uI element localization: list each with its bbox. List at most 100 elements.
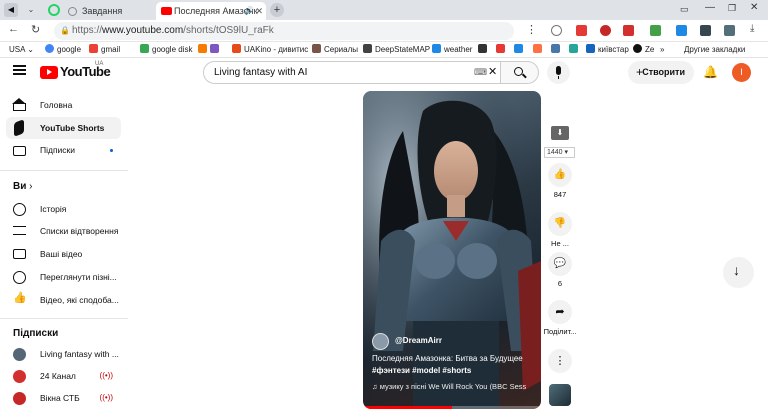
dislike-action: 👎 Не ...: [547, 212, 573, 248]
sidebar-item-subscriptions[interactable]: Підписки: [6, 139, 121, 161]
bookmark-gmail[interactable]: gmail: [89, 42, 120, 57]
create-button[interactable]: + Створити: [628, 61, 694, 84]
dislike-label: Не ...: [551, 239, 569, 248]
sidebar-item-watch-later[interactable]: Переглянути пізні...: [6, 266, 121, 288]
bookmark-uakino[interactable]: UAKino - дивитис: [232, 42, 308, 57]
more-button[interactable]: ⋮: [548, 349, 572, 373]
restore-icon[interactable]: ❐: [728, 3, 736, 14]
plus-icon: +: [636, 65, 644, 79]
url-path: /shorts/tOS9lU_raFk: [183, 25, 274, 36]
sidebar-subscription-channel[interactable]: Living fantasy with ...: [6, 343, 121, 365]
close-tab-icon[interactable]: ✕: [255, 2, 263, 20]
short-hashtags[interactable]: #фэнтези #model #shorts: [372, 366, 471, 375]
short-channel-name[interactable]: @DreamAirr: [395, 336, 442, 345]
tab-youtube[interactable]: Последняя Амазонк 🔊 ✕: [156, 2, 266, 20]
music-note-icon: ♫: [372, 382, 380, 391]
download-quality-button[interactable]: ⬇: [551, 126, 569, 140]
new-content-dot: [110, 149, 113, 152]
bookmark-deepstatemap[interactable]: DeepStateMAP: [363, 42, 430, 57]
minimize-icon[interactable]: —: [705, 2, 715, 13]
sidebar-item-liked-videos[interactable]: 👍 Відео, які сподоба...: [6, 289, 121, 311]
comments-button[interactable]: 💬: [548, 252, 572, 276]
keyboard-icon[interactable]: ⌨: [474, 62, 487, 83]
back-icon[interactable]: ←: [8, 23, 19, 35]
notifications-bell-icon[interactable]: 🔔: [703, 65, 718, 79]
downloads-icon[interactable]: ⤓: [750, 23, 754, 34]
p-icon: [514, 44, 524, 53]
tabs-overview-icon[interactable]: ▭: [680, 4, 689, 15]
dislike-button[interactable]: 👎: [548, 212, 572, 236]
vpn-extension-icon[interactable]: [676, 25, 687, 36]
sidebar-subscription-channel[interactable]: 24 Канал ((•)): [6, 365, 121, 387]
uakino-icon: [232, 44, 241, 53]
download-extension-icon[interactable]: [650, 25, 661, 36]
bookmark-usa[interactable]: USA ⌄: [9, 42, 34, 57]
sidebar-item-your-videos[interactable]: Ваші відео: [6, 243, 121, 265]
bookmark-weather[interactable]: weather: [432, 42, 472, 57]
share-icon: ➦: [555, 306, 565, 318]
channel-avatar[interactable]: [372, 333, 389, 350]
sidebar-item-label: Історія: [40, 204, 67, 214]
clock-icon: [13, 271, 26, 284]
google-icon: [45, 44, 54, 53]
thumbs-down-icon: 👎: [553, 218, 567, 229]
url-scheme: https://: [72, 25, 103, 36]
bookmark-more-icon[interactable]: »: [660, 42, 664, 57]
sidebar-item-playlists[interactable]: Списки відтворення: [6, 220, 121, 242]
adblock-extension-icon[interactable]: [623, 25, 634, 36]
search-input[interactable]: Living fantasy with AI ⌨ ✕: [203, 61, 501, 84]
like-button[interactable]: 👍: [548, 163, 572, 187]
sidebar-item-history[interactable]: Історія: [6, 198, 121, 220]
audio-playing-icon[interactable]: 🔊: [244, 2, 254, 20]
tabs-dropdown-icon[interactable]: ⌄: [24, 3, 38, 17]
reload-icon[interactable]: ↻: [31, 23, 40, 36]
short-music[interactable]: ♫ музику з пісні We Will Rock You (BBC S…: [372, 382, 540, 391]
channel-avatar: [13, 348, 26, 361]
channel-avatar: [13, 392, 26, 405]
new-tab-button[interactable]: +: [270, 3, 284, 17]
bookmark-ze[interactable]: Ze: [633, 42, 654, 57]
short-actions: ⬇: [548, 126, 572, 140]
screen-extension-icon[interactable]: [724, 25, 735, 36]
sidebar: Головна YouTube Shorts Підписки Ви › Іст…: [0, 88, 128, 409]
guide-menu-icon[interactable]: [13, 65, 26, 75]
sidebar-item-label: YouTube Shorts: [40, 123, 105, 133]
short-video-player[interactable]: @DreamAirr Последняя Амазонка: Битва за …: [363, 91, 541, 409]
url-input[interactable]: 🔒 https://www.youtube.com/shorts/tOS9lU_…: [54, 22, 514, 40]
video-extension-icon[interactable]: [576, 25, 587, 36]
tab-tasks[interactable]: Завдання: [66, 2, 154, 20]
next-short-button[interactable]: ↓: [723, 257, 754, 288]
quality-select[interactable]: 1440 ▾: [544, 147, 575, 158]
clear-search-icon[interactable]: ✕: [488, 62, 497, 83]
other-bookmarks[interactable]: Другие закладки: [684, 42, 745, 57]
more-options-icon[interactable]: ⋮: [526, 23, 537, 36]
sidebar-item-home[interactable]: Головна: [6, 94, 121, 116]
playlists-icon: [13, 226, 26, 235]
bookmark-kyivstar[interactable]: київстар: [586, 42, 629, 57]
browser-menu-icon[interactable]: ◀: [4, 3, 18, 17]
search-button[interactable]: [501, 61, 539, 84]
history-icon: [13, 203, 26, 216]
you-section-heading[interactable]: Ви ›: [13, 181, 33, 192]
live-icon: ((•)): [99, 371, 113, 380]
sound-channel-thumbnail[interactable]: [549, 384, 571, 406]
youtube-play-icon: [40, 66, 58, 79]
record-extension-icon[interactable]: [600, 25, 611, 36]
bookmark-series[interactable]: Сериалы: [312, 42, 358, 57]
browser-address-bar: ← ↻ 🔒 https://www.youtube.com/shorts/tOS…: [0, 20, 768, 42]
account-avatar[interactable]: I: [732, 63, 751, 82]
sidebar-subscription-channel[interactable]: Вікна СТБ ((•)): [6, 387, 121, 409]
sidebar-divider: [0, 318, 128, 319]
share-button[interactable]: ➦: [548, 300, 572, 324]
bookmark-google[interactable]: google: [45, 42, 81, 57]
reader-extension-icon[interactable]: [700, 25, 711, 36]
whatsapp-tab-icon[interactable]: [48, 4, 60, 16]
bookmark-google-disk[interactable]: google disk: [140, 42, 192, 57]
tasks-tab-icon: [68, 7, 77, 16]
bookmark-misc-icons[interactable]: [198, 42, 222, 57]
translate-extension-icon[interactable]: [551, 25, 562, 36]
close-window-icon[interactable]: ✕: [750, 2, 758, 13]
bookmark-extra-icons[interactable]: [478, 42, 581, 57]
sidebar-item-shorts[interactable]: YouTube Shorts: [6, 117, 121, 139]
voice-search-button[interactable]: [547, 61, 570, 84]
